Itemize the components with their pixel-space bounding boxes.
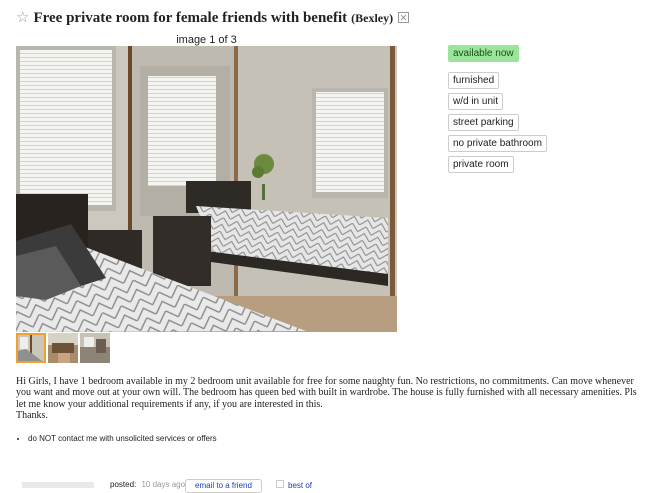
thumbnail-1[interactable] bbox=[16, 333, 46, 363]
thumbnail-2-image bbox=[48, 333, 78, 363]
best-of-checkbox-icon[interactable] bbox=[276, 480, 284, 488]
thumbnail-strip bbox=[16, 333, 110, 363]
posting-location: (Bexley) bbox=[351, 11, 394, 25]
posting-title-row: ☆ Free private room for female friends w… bbox=[16, 8, 410, 30]
attr-tag: w/d in unit bbox=[448, 93, 504, 110]
post-id-placeholder bbox=[22, 482, 94, 488]
hide-posting-icon[interactable] bbox=[398, 12, 410, 23]
posting-title: Free private room for female friends wit… bbox=[33, 10, 348, 26]
attr-tag: private room bbox=[448, 156, 514, 173]
best-of-label: best of bbox=[288, 481, 313, 490]
thumbnail-3[interactable] bbox=[80, 333, 110, 363]
bedroom-photo-illustration bbox=[16, 46, 397, 332]
posting-body-paragraph: Hi Girls, I have 1 bedroom available in … bbox=[16, 376, 637, 410]
favorite-star-icon[interactable]: ☆ bbox=[16, 8, 29, 27]
availability-badge: available now bbox=[448, 45, 519, 62]
posting-footer: posted: 10 days ago email to a friend be… bbox=[0, 478, 649, 493]
posting-body: Hi Girls, I have 1 bedroom available in … bbox=[16, 376, 641, 421]
thumbnail-1-image bbox=[18, 335, 44, 361]
thumbnail-3-image bbox=[80, 333, 110, 363]
image-counter: image 1 of 3 bbox=[176, 34, 237, 46]
notices-list: do NOT contact me with unsolicited servi… bbox=[16, 434, 217, 443]
thumbnail-2[interactable] bbox=[48, 333, 78, 363]
attr-tag: no private bathroom bbox=[448, 135, 547, 152]
best-of-link[interactable]: best of bbox=[276, 480, 312, 490]
attribute-group: available now furnished w/d in unit stre… bbox=[448, 45, 547, 177]
main-photo[interactable] bbox=[16, 46, 397, 332]
attr-tag: street parking bbox=[448, 114, 519, 131]
attr-tag: furnished bbox=[448, 72, 500, 89]
notice-item: do NOT contact me with unsolicited servi… bbox=[28, 434, 217, 443]
email-to-friend-button[interactable]: email to a friend bbox=[185, 479, 262, 493]
posting-body-signoff: Thanks. bbox=[16, 409, 48, 421]
